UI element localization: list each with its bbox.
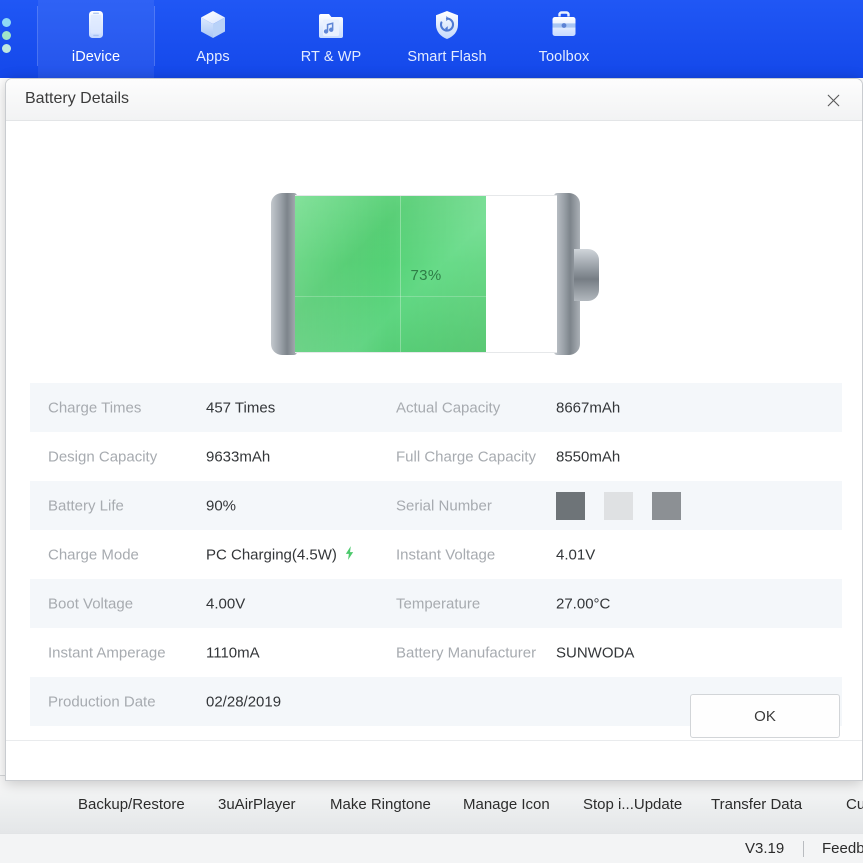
toolbox-icon: [544, 6, 584, 46]
table-row: Charge Mode PC Charging(4.5W) Instant Vo…: [30, 530, 842, 579]
row-value-battery-life: 90%: [206, 497, 237, 514]
ok-button[interactable]: OK: [690, 694, 840, 738]
row-label-charge-mode: Charge Mode: [48, 546, 139, 563]
nav-item-label: Toolbox: [538, 49, 590, 65]
redaction-block-3: [652, 491, 681, 520]
bottom-link-make-ringtone[interactable]: Make Ringtone: [330, 796, 431, 813]
row-label-boot-voltage: Boot Voltage: [48, 595, 134, 612]
row-value-instant-voltage: 4.01V: [556, 546, 596, 563]
row-value-battery-manufacturer: SUNWODA: [556, 644, 635, 661]
dialog-body: 73% Charge Times 457 Times Actual Capaci…: [6, 121, 862, 740]
bottom-link-backup-restore[interactable]: Backup/Restore: [78, 796, 185, 813]
row-value-serial-number: [556, 491, 681, 520]
nav-left-partial-indicators: [0, 14, 14, 72]
status-bar: V3.19 Feedb: [0, 833, 863, 863]
row-label-serial-number: Serial Number: [396, 497, 492, 514]
charge-mode-text: PC Charging(4.5W): [206, 546, 337, 563]
dialog-title: Battery Details: [25, 90, 130, 107]
table-row: Charge Times 457 Times Actual Capacity 8…: [30, 383, 842, 432]
music-folder-icon: [311, 6, 351, 46]
row-value-instant-amperage: 1110mA: [206, 644, 260, 661]
row-label-production-date: Production Date: [48, 693, 156, 710]
row-value-charge-mode: PC Charging(4.5W): [206, 545, 355, 564]
nav-item-smart-flash[interactable]: Smart Flash: [389, 0, 505, 78]
row-value-charge-times: 457 Times: [206, 399, 276, 416]
feedback-link[interactable]: Feedb: [822, 840, 863, 857]
table-row: Battery Life 90% Serial Number: [30, 481, 842, 530]
nav-indicator-dot-2: [2, 31, 11, 40]
row-label-instant-voltage: Instant Voltage: [396, 546, 496, 563]
redaction-block-2: [604, 491, 633, 520]
battery-info-table: Charge Times 457 Times Actual Capacity 8…: [30, 383, 842, 726]
row-value-boot-voltage: 4.00V: [206, 595, 246, 612]
nav-item-label: Smart Flash: [407, 49, 487, 65]
row-value-temperature: 27.00°C: [556, 595, 611, 612]
row-label-charge-times: Charge Times: [48, 399, 142, 416]
row-label-instant-amperage: Instant Amperage: [48, 644, 166, 661]
row-label-design-capacity: Design Capacity: [48, 448, 158, 465]
serial-number-redaction: [556, 491, 681, 520]
nav-indicator-dot-1: [2, 18, 11, 27]
dialog-title-bar: Battery Details: [6, 79, 862, 121]
row-value-actual-capacity: 8667mAh: [556, 399, 621, 416]
status-divider: [803, 840, 804, 857]
battery-details-dialog: Battery Details 73% Charge Times 457 Tim…: [5, 78, 863, 781]
row-value-full-charge-capacity: 8550mAh: [556, 448, 621, 465]
nav-item-label: iDevice: [71, 49, 121, 65]
battery-shell-left: [271, 193, 297, 355]
nav-item-toolbox[interactable]: Toolbox: [506, 0, 622, 78]
nav-item-label: RT & WP: [300, 49, 362, 65]
table-row: Instant Amperage 1110mA Battery Manufact…: [30, 628, 842, 677]
bottom-link-stop-update[interactable]: Stop i...Update: [583, 796, 682, 813]
bottom-link-transfer-data[interactable]: Transfer Data: [711, 796, 802, 813]
table-row: Boot Voltage 4.00V Temperature 27.00°C: [30, 579, 842, 628]
nav-indicator-dot-3: [2, 44, 11, 53]
nav-item-apps[interactable]: Apps: [155, 0, 271, 78]
cube-icon: [193, 6, 233, 46]
bottom-toolbar-links: Backup/Restore 3uAirPlayer Make Ringtone…: [0, 791, 863, 817]
lightning-bolt-icon: [344, 545, 355, 564]
bottom-link-3uairplayer[interactable]: 3uAirPlayer: [218, 796, 296, 813]
battery-inner-track: 73%: [295, 195, 557, 353]
table-row: Design Capacity 9633mAh Full Charge Capa…: [30, 432, 842, 481]
close-icon[interactable]: [814, 85, 852, 115]
nav-item-rt-wp[interactable]: RT & WP: [273, 0, 389, 78]
dialog-footer: OK: [6, 694, 862, 780]
row-label-actual-capacity: Actual Capacity: [396, 399, 501, 416]
row-label-battery-life: Battery Life: [48, 497, 124, 514]
row-label-full-charge-capacity: Full Charge Capacity: [396, 448, 537, 465]
bottom-link-manage-icon[interactable]: Manage Icon: [463, 796, 550, 813]
row-value-production-date: 02/28/2019: [206, 693, 282, 710]
version-label: V3.19: [745, 840, 785, 857]
row-value-design-capacity: 9633mAh: [206, 448, 271, 465]
nav-item-idevice[interactable]: iDevice: [38, 0, 154, 78]
battery-graphic-wrapper: 73%: [6, 193, 862, 365]
main-navigation-bar: iDevice Apps RT & WP Smart Flash Toolbox: [0, 0, 863, 78]
shield-refresh-icon: [427, 6, 467, 46]
bottom-link-customize[interactable]: Cu: [846, 796, 863, 813]
row-label-battery-manufacturer: Battery Manufacturer: [396, 644, 537, 661]
redaction-block-1: [556, 491, 585, 520]
row-label-temperature: Temperature: [396, 595, 481, 612]
battery-percent-label: 73%: [410, 266, 442, 284]
nav-item-label: Apps: [196, 49, 230, 65]
phone-icon: [76, 6, 116, 46]
battery-terminal-nub: [574, 249, 599, 301]
battery-graphic: 73%: [271, 193, 599, 355]
